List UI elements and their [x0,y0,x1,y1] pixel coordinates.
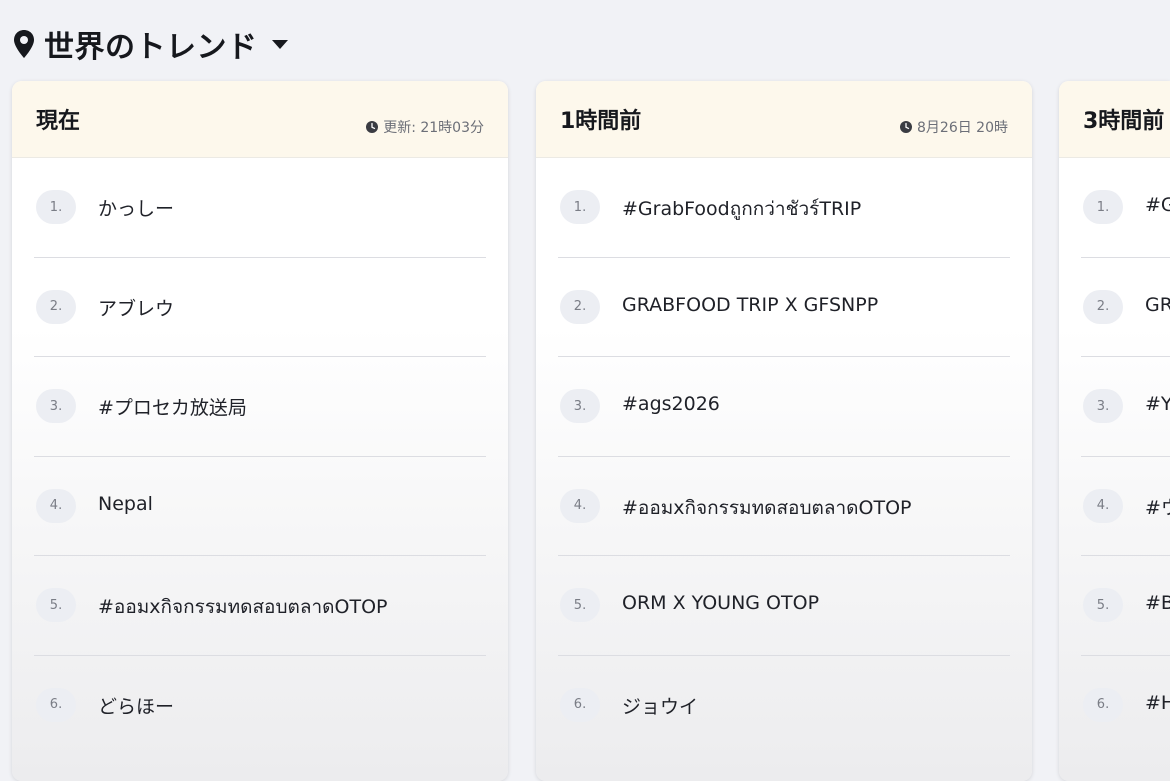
trend-item[interactable]: 5. ORM X YOUNG OTOP [558,556,1010,656]
column-header: 現在 更新: 21時03分 [12,81,508,158]
trend-item[interactable]: 3. #ags2026 [558,357,1010,457]
trend-list: 1. かっしー 2. アブレウ 3. #プロセカ放送局 4. Nepal 5. … [12,158,508,754]
trend-name[interactable]: ジョウイ [622,692,698,719]
page-header[interactable]: 世界のトレンド [12,22,290,66]
rank-badge: 1. [560,190,600,224]
rank-badge: 4. [560,488,600,523]
trend-item[interactable]: 5. #B [1081,556,1170,656]
column-updated: 8月26日 20時 [900,117,1008,137]
trend-name[interactable]: GRABFOOD TRIP X GFSNPP [622,294,878,316]
map-pin-icon [12,28,36,60]
rank-badge: 2. [1083,289,1123,324]
trend-name[interactable]: #ウ [1145,493,1170,520]
rank-badge: 6. [560,687,600,722]
trend-column-3h-ago: 3時間前 1. #G 2. GR 3. #Y 4. #ウ 5. #B 6. #H [1059,81,1170,781]
trend-item[interactable]: 2. GRABFOOD TRIP X GFSNPP [558,258,1010,357]
rank-badge: 1. [1083,190,1123,224]
trend-item[interactable]: 1. かっしー [34,158,486,258]
updated-time: 8月26日 20時 [917,120,1008,136]
trend-name[interactable]: かっしー [98,194,174,221]
rank-badge: 1. [36,190,76,224]
trend-item[interactable]: 2. アブレウ [34,258,486,357]
rank-badge: 3. [560,389,600,423]
column-header: 3時間前 [1059,81,1170,158]
rank-badge: 5. [560,588,600,622]
clock-icon [366,121,379,133]
column-header: 1時間前 8月26日 20時 [536,81,1032,158]
rank-badge: 4. [36,488,76,523]
trend-item[interactable]: 1. #GrabFoodถูกกว่าชัวร์TRIP [558,158,1010,258]
trend-name[interactable]: #Y [1145,393,1170,415]
rank-badge: 4. [1083,488,1123,523]
trend-column-1h-ago: 1時間前 8月26日 20時 1. #GrabFoodถูกกว่าชัวร์T… [536,81,1032,781]
trend-name[interactable]: #B [1145,592,1170,614]
column-title: 3時間前 [1083,109,1165,134]
rank-badge: 5. [1083,588,1123,622]
trend-item[interactable]: 4. Nepal [34,457,486,556]
page-title: 世界のトレンド [44,30,258,65]
column-title: 1時間前 [560,109,642,134]
trend-name[interactable]: アブレウ [98,294,174,321]
trend-item[interactable]: 6. どらほー [34,656,486,755]
trend-item[interactable]: 5. #ออมxกิจกรรมทดสอบตลาดOTOP [34,556,486,656]
trend-item[interactable]: 3. #Y [1081,357,1170,457]
rank-badge: 3. [1083,389,1123,423]
trend-item[interactable]: 1. #G [1081,158,1170,258]
trend-name[interactable]: #ags2026 [622,393,720,415]
caret-down-icon[interactable] [270,37,290,51]
trend-name[interactable]: GR [1145,294,1170,316]
updated-time: 更新: 21時03分 [383,120,484,136]
trend-item[interactable]: 4. #ウ [1081,457,1170,556]
trend-list: 1. #G 2. GR 3. #Y 4. #ウ 5. #B 6. #H [1059,158,1170,754]
trend-item[interactable]: 6. ジョウイ [558,656,1010,755]
trend-name[interactable]: #ออมxกิจกรรมทดสอบตลาดOTOP [622,493,911,523]
rank-badge: 3. [36,389,76,423]
trend-item[interactable]: 3. #プロセカ放送局 [34,357,486,457]
rank-badge: 5. [36,588,76,622]
rank-badge: 6. [1083,687,1123,722]
rank-badge: 2. [36,289,76,324]
rank-badge: 6. [36,687,76,722]
trend-item[interactable]: 4. #ออมxกิจกรรมทดสอบตลาดOTOP [558,457,1010,556]
rank-badge: 2. [560,289,600,324]
trend-name[interactable]: ORM X YOUNG OTOP [622,592,819,614]
trend-list: 1. #GrabFoodถูกกว่าชัวร์TRIP 2. GRABFOOD… [536,158,1032,754]
trend-item[interactable]: 2. GR [1081,258,1170,357]
trend-name[interactable]: どらほー [98,692,174,719]
trend-name[interactable]: #H [1145,692,1170,714]
column-updated: 更新: 21時03分 [366,117,484,137]
trend-name[interactable]: #プロセカ放送局 [98,393,247,420]
trend-name[interactable]: #ออมxกิจกรรมทดสอบตลาดOTOP [98,592,387,622]
trend-column-now: 現在 更新: 21時03分 1. かっしー 2. アブレウ 3. #プロセカ放送… [12,81,508,781]
trend-item[interactable]: 6. #H [1081,656,1170,755]
trend-name[interactable]: #GrabFoodถูกกว่าชัวร์TRIP [622,194,861,224]
trend-name[interactable]: Nepal [98,493,153,515]
column-title: 現在 [36,109,81,134]
trend-name[interactable]: #G [1145,194,1170,216]
clock-icon [900,121,912,133]
